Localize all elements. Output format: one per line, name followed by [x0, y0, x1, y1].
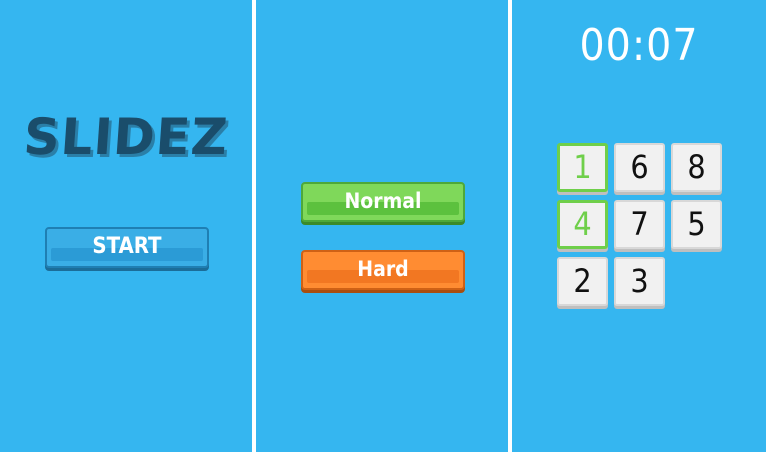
puzzle-tile[interactable]: 4 [557, 200, 608, 249]
title-screen: SLIDEZ START [0, 0, 252, 452]
game-screen: 00:07 168 475 23 [512, 0, 766, 452]
puzzle-tile[interactable]: 6 [614, 143, 665, 192]
normal-button[interactable]: Normal [301, 182, 465, 222]
puzzle-tile[interactable]: 2 [557, 257, 608, 306]
hard-button-label: Hard [357, 257, 409, 281]
difficulty-screen: Normal Hard [256, 0, 508, 452]
puzzle-tile[interactable]: 1 [557, 143, 608, 192]
puzzle-tile[interactable]: 3 [614, 257, 665, 306]
puzzle-tile[interactable]: 8 [671, 143, 722, 192]
hard-button[interactable]: Hard [301, 250, 465, 290]
screenshot-collage: SLIDEZ START Normal Hard 00:07 168 475 23 [0, 0, 766, 452]
timer: 00:07 [579, 20, 699, 71]
normal-button-label: Normal [344, 189, 422, 213]
puzzle-tile[interactable]: 7 [614, 200, 665, 249]
puzzle-tile[interactable]: 5 [671, 200, 722, 249]
start-button[interactable]: START [45, 227, 209, 268]
puzzle-grid: 168 475 23 [557, 143, 723, 309]
game-logo: SLIDEZ [21, 108, 231, 166]
start-button-label: START [92, 234, 162, 259]
